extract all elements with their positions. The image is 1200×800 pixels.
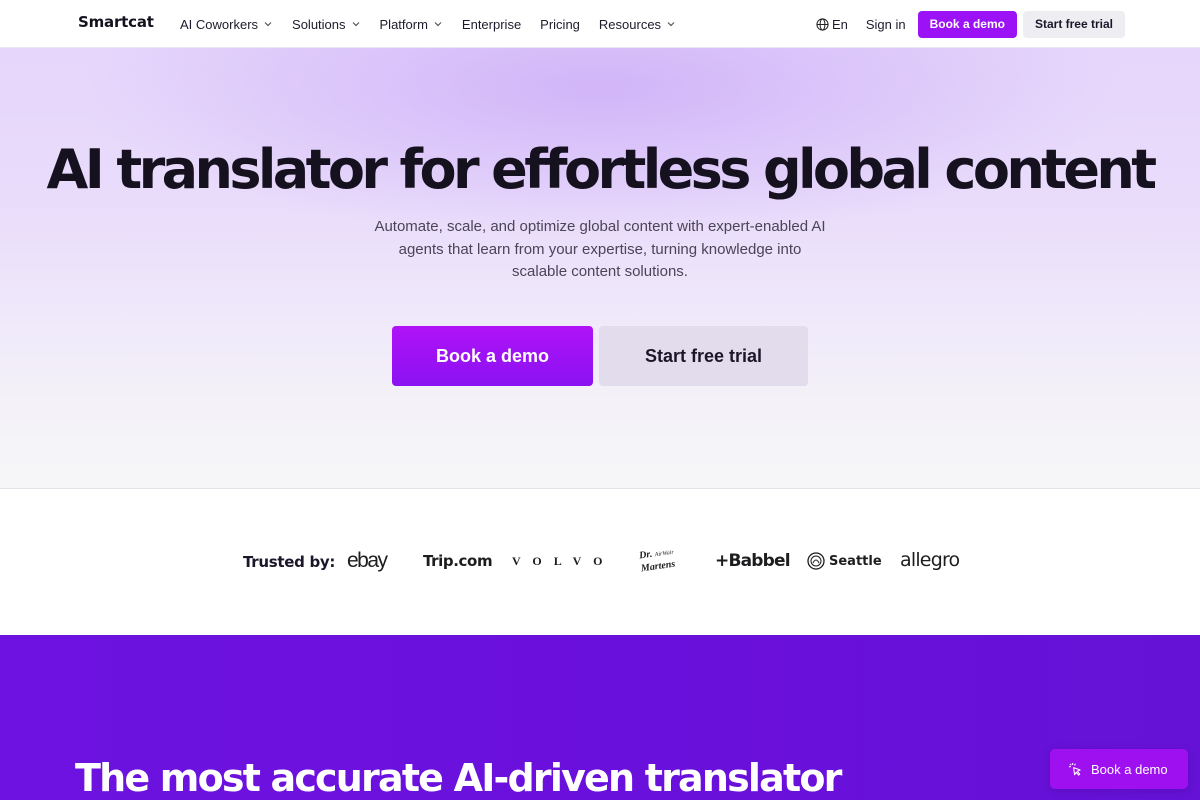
nav-item-solutions[interactable]: Solutions: [292, 17, 360, 32]
top-navigation: Smartcat AI Coworkers Solutions Platform…: [0, 0, 1200, 48]
nav-item-label: Enterprise: [461, 16, 522, 32]
language-selector[interactable]: En: [816, 17, 848, 32]
nav-start-trial-button[interactable]: Start free trial: [1022, 10, 1125, 38]
nav-book-demo-button[interactable]: Book a demo: [917, 10, 1017, 38]
cursor-click-icon: [1068, 762, 1081, 776]
chevron-down-icon: [667, 22, 675, 27]
trusted-by-label: Trusted by:: [243, 553, 336, 571]
nav-item-label: Platform: [379, 16, 428, 32]
hero-subtitle: Automate, scale, and optimize global con…: [374, 218, 826, 280]
trip-com-logo: Trip.com: [423, 552, 493, 570]
seattle-logo: Seattle: [807, 552, 882, 570]
hero-title: AI translator for effortless global cont…: [46, 138, 1158, 201]
nav-item-enterprise[interactable]: Enterprise: [462, 17, 521, 32]
hero-start-trial-button[interactable]: Start free trial: [599, 326, 808, 386]
nav-item-platform[interactable]: Platform: [380, 17, 443, 32]
nav-item-label: Resources: [598, 16, 662, 32]
babbel-logo: +Babbel: [715, 551, 791, 571]
chevron-down-icon: [264, 22, 272, 27]
nav-item-pricing[interactable]: Pricing: [540, 17, 580, 32]
dr-martens-logo: Dr. AirWair Martens: [638, 548, 676, 575]
main-menu: AI Coworkers Solutions Platform Enterpri…: [180, 0, 695, 48]
floating-cta-label: Book a demo: [1091, 761, 1168, 777]
sign-in-link[interactable]: Sign in: [866, 17, 906, 32]
nav-item-label: AI Coworkers: [180, 16, 259, 32]
nav-item-label: Solutions: [292, 16, 346, 32]
accuracy-section: The most accurate AI-driven translator: [0, 635, 1200, 800]
language-label: En: [831, 16, 848, 32]
nav-item-resources[interactable]: Resources: [599, 17, 676, 32]
hero-book-demo-button[interactable]: Book a demo: [392, 326, 593, 386]
ebay-logo: ebay: [347, 549, 388, 572]
chevron-down-icon: [352, 22, 359, 27]
floating-book-demo-button[interactable]: Book a demo: [1050, 749, 1188, 789]
globe-icon: [816, 17, 829, 31]
seattle-seal-icon: [807, 552, 825, 570]
nav-item-label: Pricing: [540, 16, 580, 32]
allegro-logo: allegro: [900, 549, 960, 571]
section-title: The most accurate AI-driven translator: [75, 756, 842, 800]
trusted-by-section: Trusted by: ebay Trip.com VOLVO Dr. AirW…: [0, 490, 1200, 635]
volvo-logo: VOLVO: [512, 554, 615, 568]
nav-item-ai-coworkers[interactable]: AI Coworkers: [180, 17, 273, 32]
smartcat-logo[interactable]: Smartcat: [78, 13, 154, 31]
hero-section: AI translator for effortless global cont…: [0, 48, 1200, 489]
nav-actions: En Sign in Book a demo Start free trial: [816, 0, 1125, 48]
chevron-down-icon: [434, 22, 442, 27]
